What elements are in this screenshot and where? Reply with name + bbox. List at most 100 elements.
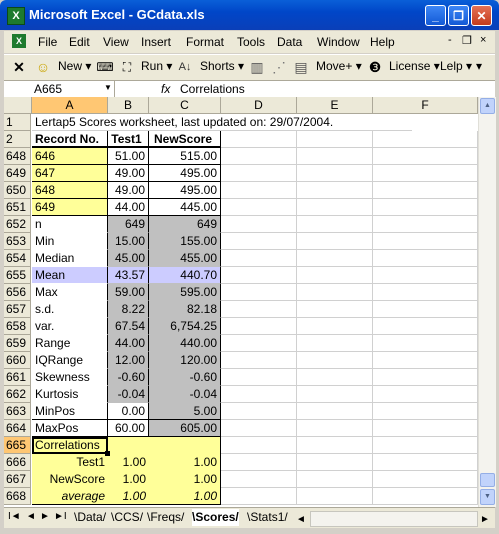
sheet-tab-scores[interactable]: \Scores/ — [192, 509, 239, 526]
shorts-button[interactable]: Shorts ▾ — [200, 59, 244, 73]
smiley-icon[interactable]: ☺ — [34, 59, 52, 76]
sheet-tab-ccs[interactable]: \CCS/ — [111, 509, 143, 526]
cell-empty[interactable] — [221, 403, 297, 420]
cell-empty[interactable] — [221, 471, 297, 488]
cell-empty[interactable] — [373, 216, 478, 233]
cell-b[interactable]: 44.00 — [108, 335, 149, 352]
row-header[interactable]: 655 — [4, 267, 31, 284]
menu-data[interactable]: Data — [277, 35, 302, 49]
worksheet-grid[interactable]: A B C D E F 1 Lertap5 Scores worksheet, l… — [4, 97, 478, 507]
row-header[interactable]: 653 — [4, 233, 31, 250]
cell-c[interactable]: 495.00 — [149, 182, 221, 199]
name-box[interactable]: A665 ▼ — [4, 81, 115, 97]
row-header[interactable]: 668 — [4, 488, 31, 505]
cell-empty[interactable] — [297, 386, 373, 403]
cell-a[interactable]: var. — [32, 318, 108, 335]
cell-c[interactable]: 649 — [149, 216, 221, 233]
formula-input[interactable]: Correlations — [180, 82, 245, 96]
sheet-tab-stats1[interactable]: \Stats1/ — [247, 509, 288, 526]
cell-b[interactable]: 1.00 — [108, 488, 149, 505]
row-header[interactable]: 667 — [4, 471, 31, 488]
cell-b[interactable]: -0.04 — [108, 386, 149, 403]
row-header[interactable]: 657 — [4, 301, 31, 318]
cell-empty[interactable] — [297, 165, 373, 182]
cell-empty[interactable] — [373, 386, 478, 403]
cell-a[interactable]: NewScore — [32, 471, 108, 488]
select-all-corner[interactable] — [4, 97, 32, 114]
menu-format[interactable]: Format — [186, 35, 224, 49]
cell-b[interactable]: 51.00 — [108, 148, 149, 165]
cell-empty[interactable] — [221, 420, 297, 437]
cell-c[interactable]: 1.00 — [149, 471, 221, 488]
cell-a[interactable]: 649 — [32, 199, 108, 216]
cell-empty[interactable] — [297, 216, 373, 233]
cell-a[interactable]: Test1 — [32, 454, 108, 471]
cell-empty[interactable] — [221, 284, 297, 301]
cell-b[interactable]: 59.00 — [108, 284, 149, 301]
cell-empty[interactable] — [221, 352, 297, 369]
cell-b[interactable]: 49.00 — [108, 165, 149, 182]
license-icon[interactable]: ❸ — [366, 59, 384, 76]
cell-c[interactable]: 515.00 — [149, 148, 221, 165]
row-header[interactable]: 654 — [4, 250, 31, 267]
cell-empty[interactable] — [221, 318, 297, 335]
cell-a[interactable]: IQRange — [32, 352, 108, 369]
license-button[interactable]: License ▾ — [389, 59, 440, 73]
function-icon[interactable]: fx — [161, 82, 170, 96]
cell-b[interactable]: 15.00 — [108, 233, 149, 250]
sheet-tab-freqs[interactable]: \Freqs/ — [147, 509, 184, 526]
cell-empty[interactable] — [373, 301, 478, 318]
cell-b[interactable]: 0.00 — [108, 403, 149, 420]
cell-a[interactable]: n — [32, 216, 108, 233]
cell-c[interactable]: 445.00 — [149, 199, 221, 216]
cell-empty[interactable] — [373, 335, 478, 352]
cell-a[interactable]: 648 — [32, 182, 108, 199]
cell-empty[interactable] — [373, 318, 478, 335]
cell-empty[interactable] — [297, 284, 373, 301]
column-header-c[interactable]: C — [149, 97, 221, 114]
cell-empty[interactable] — [297, 437, 373, 454]
cell-empty[interactable] — [373, 267, 478, 284]
cell-a[interactable]: 646 — [32, 148, 108, 165]
cell-b[interactable]: Test1 — [108, 131, 149, 148]
column-header-f[interactable]: F — [373, 97, 478, 114]
row-header[interactable]: 650 — [4, 182, 31, 199]
cell-c[interactable]: 595.00 — [149, 284, 221, 301]
new-button[interactable]: New ▾ — [58, 59, 91, 73]
column-header-a[interactable]: A — [32, 97, 108, 114]
row-header[interactable]: 649 — [4, 165, 31, 182]
help-button[interactable]: Lelp ▾ — [440, 59, 472, 73]
cell-empty[interactable] — [221, 216, 297, 233]
cell-a[interactable]: MaxPos — [32, 420, 108, 437]
sheet-tab-data[interactable]: \Data/ — [74, 509, 106, 526]
cell-c[interactable]: 440.70 — [149, 267, 221, 284]
cell-empty[interactable] — [297, 369, 373, 386]
row-header[interactable]: 660 — [4, 352, 31, 369]
cell-c[interactable]: 605.00 — [149, 420, 221, 437]
scatter-icon[interactable]: ⋰ — [270, 59, 288, 76]
cell-b[interactable]: 60.00 — [108, 420, 149, 437]
minimize-button[interactable]: _ — [425, 5, 446, 26]
row-header[interactable]: 658 — [4, 318, 31, 335]
cell-b[interactable]: 49.00 — [108, 182, 149, 199]
cell-c[interactable]: 495.00 — [149, 165, 221, 182]
histogram-icon[interactable]: ▤ — [292, 59, 310, 76]
cell-c[interactable]: 1.00 — [149, 488, 221, 505]
cell-a[interactable]: 647 — [32, 165, 108, 182]
cell-a[interactable]: average — [32, 488, 108, 505]
cell-a[interactable]: Correlations — [32, 437, 108, 454]
cell-empty[interactable] — [297, 335, 373, 352]
cell-empty[interactable] — [221, 199, 297, 216]
row-header[interactable]: 665 — [4, 437, 31, 454]
cell-empty[interactable] — [297, 471, 373, 488]
close-button[interactable]: ✕ — [471, 5, 492, 26]
cell-empty[interactable] — [297, 267, 373, 284]
cell-empty[interactable] — [221, 148, 297, 165]
cell-b[interactable] — [108, 437, 149, 454]
cell-empty[interactable] — [297, 454, 373, 471]
cell-empty[interactable] — [373, 233, 478, 250]
cell-empty[interactable] — [297, 352, 373, 369]
cell-empty[interactable] — [373, 199, 478, 216]
cell-c[interactable]: 440.00 — [149, 335, 221, 352]
cell-a[interactable]: MinPos — [32, 403, 108, 420]
